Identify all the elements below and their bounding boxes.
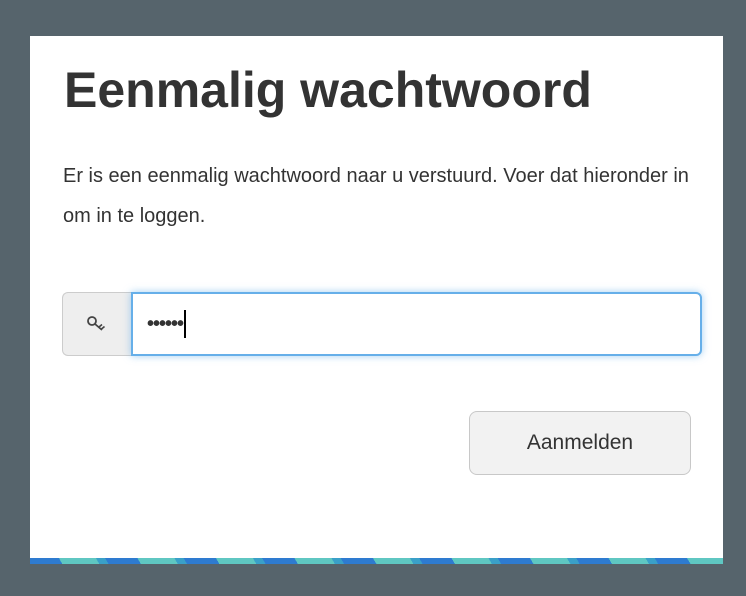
password-input-group: •••••• <box>62 292 702 356</box>
page-title: Eenmalig wachtwoord <box>64 62 592 118</box>
instruction-text: Er is een eenmalig wachtwoord naar u ver… <box>63 165 689 227</box>
decorative-stripe <box>30 558 723 564</box>
one-time-password-input[interactable]: •••••• <box>131 292 702 356</box>
key-icon <box>62 292 131 356</box>
key-icon-svg <box>87 316 106 331</box>
login-dialog: Eenmalig wachtwoord Er is een eenmalig w… <box>30 36 723 564</box>
text-cursor <box>184 310 187 338</box>
password-masked-value: •••••• <box>147 313 184 335</box>
login-button[interactable]: Aanmelden <box>469 411 691 475</box>
